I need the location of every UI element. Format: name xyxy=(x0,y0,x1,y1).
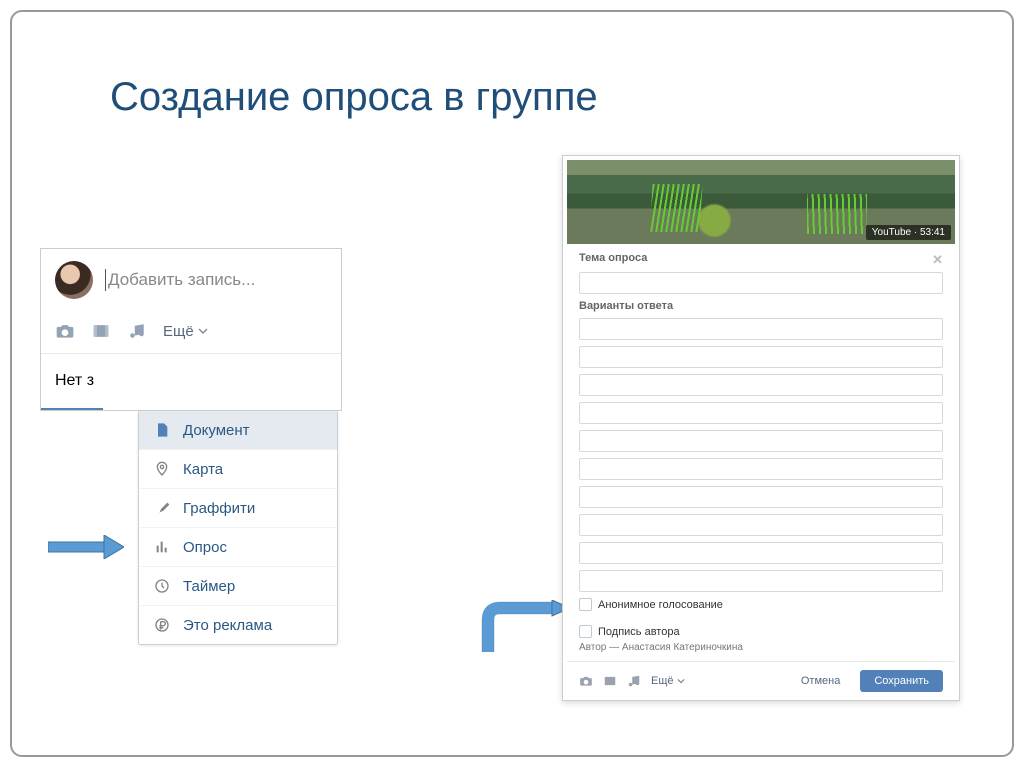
dropdown-item-ad[interactable]: Это реклама xyxy=(139,606,337,644)
dropdown-item-label: Карта xyxy=(183,461,223,478)
document-icon xyxy=(153,421,171,439)
music-icon[interactable] xyxy=(627,674,641,688)
cancel-button[interactable]: Отмена xyxy=(791,670,850,692)
dropdown-item-map[interactable]: Карта xyxy=(139,450,337,489)
poll-answer-input[interactable] xyxy=(579,402,943,424)
close-icon[interactable]: ✕ xyxy=(932,252,943,268)
dropdown-item-poll[interactable]: Опрос xyxy=(139,528,337,567)
no-entries-tab[interactable]: Нет з xyxy=(41,354,103,410)
poll-editor-panel: YouTube · 53:41 Тема опроса ✕ Варианты о… xyxy=(562,155,960,701)
poll-answer-input[interactable] xyxy=(579,374,943,396)
music-icon[interactable] xyxy=(127,321,147,341)
post-composer-panel: Добавить запись... Ещё Нет з xyxy=(40,248,342,411)
video-thumbnail[interactable]: YouTube · 53:41 xyxy=(567,160,955,244)
signature-label: Подпись автора xyxy=(598,626,680,638)
brush-icon xyxy=(153,499,171,517)
slide-title: Создание опроса в группе xyxy=(110,75,598,120)
ruble-icon xyxy=(153,616,171,634)
map-pin-icon xyxy=(153,460,171,478)
poll-answer-input[interactable] xyxy=(579,542,943,564)
more-dropdown-toggle[interactable]: Ещё xyxy=(163,323,208,340)
dropdown-item-graffiti[interactable]: Граффити xyxy=(139,489,337,528)
callout-arrow-anon xyxy=(480,600,570,660)
save-button[interactable]: Сохранить xyxy=(860,670,943,692)
footer-more-toggle[interactable]: Ещё xyxy=(651,675,685,687)
dropdown-item-document[interactable]: Документ xyxy=(139,411,337,450)
dropdown-item-label: Это реклама xyxy=(183,617,272,634)
poll-answer-input[interactable] xyxy=(579,570,943,592)
poll-answer-input[interactable] xyxy=(579,318,943,340)
anonymous-vote-row[interactable]: Анонимное голосование xyxy=(579,598,943,611)
dropdown-item-label: Граффити xyxy=(183,500,255,517)
camera-icon[interactable] xyxy=(579,674,593,688)
author-line: Автор — Анастасия Катериночкина xyxy=(579,642,943,653)
composer-row: Добавить запись... xyxy=(41,249,341,311)
author-signature-row[interactable]: Подпись автора xyxy=(579,625,943,638)
poll-topic-label: Тема опроса xyxy=(579,252,647,268)
clock-icon xyxy=(153,577,171,595)
composer-input[interactable]: Добавить запись... xyxy=(105,269,327,291)
video-icon[interactable] xyxy=(91,321,111,341)
poll-answer-input[interactable] xyxy=(579,346,943,368)
checkbox[interactable] xyxy=(579,625,592,638)
avatar[interactable] xyxy=(55,261,93,299)
attach-toolbar: Ещё xyxy=(41,311,341,354)
callout-arrow-poll xyxy=(48,535,124,559)
editor-footer: Ещё Отмена Сохранить xyxy=(567,661,955,700)
dropdown-item-label: Опрос xyxy=(183,539,227,556)
poll-icon xyxy=(153,538,171,556)
anon-vote-label: Анонимное голосование xyxy=(598,599,723,611)
poll-answer-input[interactable] xyxy=(579,486,943,508)
poll-answers-label: Варианты ответа xyxy=(579,300,673,312)
chevron-down-icon xyxy=(198,326,208,336)
poll-answer-input[interactable] xyxy=(579,458,943,480)
dropdown-item-label: Документ xyxy=(183,422,250,439)
checkbox[interactable] xyxy=(579,598,592,611)
video-source-badge: YouTube · 53:41 xyxy=(866,225,951,240)
camera-icon[interactable] xyxy=(55,321,75,341)
poll-topic-input[interactable] xyxy=(579,272,943,294)
dropdown-item-label: Таймер xyxy=(183,578,235,595)
poll-answer-input[interactable] xyxy=(579,514,943,536)
more-label: Ещё xyxy=(163,323,194,340)
poll-answer-input[interactable] xyxy=(579,430,943,452)
video-icon[interactable] xyxy=(603,674,617,688)
dropdown-item-timer[interactable]: Таймер xyxy=(139,567,337,606)
attach-dropdown: Документ Карта Граффити Опрос Таймер Это… xyxy=(138,410,338,645)
chevron-down-icon xyxy=(677,677,685,685)
poll-answers-container xyxy=(579,318,943,592)
